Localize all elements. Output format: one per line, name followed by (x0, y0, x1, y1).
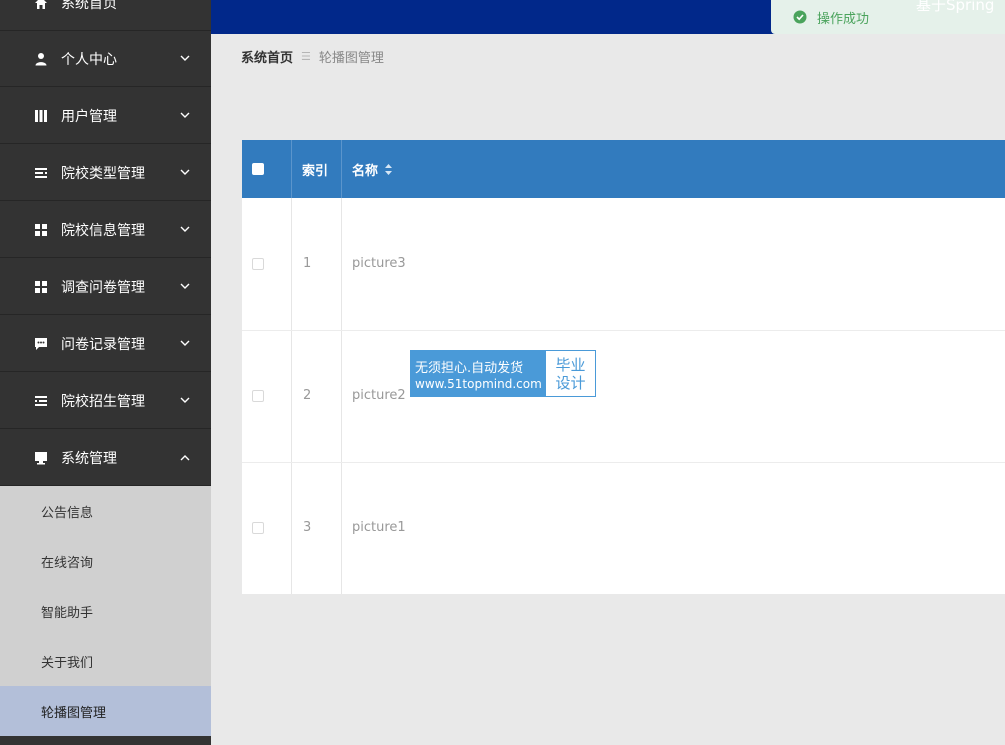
sidebar-item-home[interactable]: 系统首页 (0, 0, 211, 31)
grid-icon (34, 223, 48, 237)
breadcrumb: 系统首页 ☰ 轮播图管理 (241, 47, 384, 66)
cell-index: 2 (303, 388, 312, 403)
sidebar-item-label: 院校招生管理 (61, 393, 145, 410)
submenu-item-announcements[interactable]: 公告信息 (0, 486, 211, 536)
sidebar-item-personal-center[interactable]: 个人中心 (0, 31, 211, 87)
breadcrumb-current: 轮播图管理 (318, 51, 384, 66)
watermark-url: www.51topmind.com (415, 376, 542, 391)
grid-icon (34, 280, 48, 294)
table-header: 索引 名称 (242, 140, 1005, 198)
sidebar-item-label: 个人中心 (61, 51, 117, 68)
sidebar-item-label: 系统首页 (61, 0, 117, 12)
sidebar-item-user-management[interactable]: 用户管理 (0, 88, 211, 144)
chevron-down-icon (179, 110, 191, 122)
user-icon (34, 52, 48, 66)
site-title: 基于Spring (916, 0, 995, 14)
breadcrumb-separator-icon: ☰ (301, 50, 311, 63)
check-circle-icon (793, 10, 807, 24)
sidebar-footer (0, 736, 211, 745)
watermark-right: 毕业 设计 (546, 351, 595, 396)
sidebar-item-school-info[interactable]: 院校信息管理 (0, 202, 211, 258)
watermark-slogan: 无须担心.自动发货 (415, 360, 524, 376)
sidebar-item-survey-records[interactable]: 问卷记录管理 (0, 316, 211, 372)
submenu-item-label: 轮播图管理 (41, 705, 107, 721)
cell-name: picture1 (352, 520, 406, 535)
cell-name: picture2 (352, 388, 406, 403)
sidebar-item-label: 院校信息管理 (61, 222, 145, 239)
chevron-down-icon (179, 53, 191, 65)
chevron-down-icon (179, 224, 191, 236)
watermark-badge: 无须担心.自动发货 www.51topmind.com 毕业 设计 (410, 350, 596, 397)
chevron-down-icon (179, 338, 191, 350)
system-submenu: 公告信息 在线咨询 智能助手 关于我们 轮播图管理 (0, 486, 211, 736)
watermark-left: 无须担心.自动发货 www.51topmind.com (411, 351, 546, 396)
cell-index: 1 (303, 256, 312, 271)
sidebar-item-label: 用户管理 (61, 108, 117, 125)
sidebar-item-survey[interactable]: 调查问卷管理 (0, 259, 211, 315)
sidebar-item-label: 系统管理 (61, 450, 117, 467)
sort-icon[interactable] (384, 163, 393, 176)
monitor-icon (34, 451, 48, 465)
checkbox-icon (252, 163, 264, 175)
submenu-item-online-consult[interactable]: 在线咨询 (0, 536, 211, 586)
submenu-item-label: 智能助手 (41, 605, 94, 621)
row-checkbox[interactable] (252, 522, 264, 534)
breadcrumb-home[interactable]: 系统首页 (241, 47, 293, 66)
column-header-name[interactable]: 名称 (352, 140, 393, 198)
select-all-checkbox[interactable] (252, 140, 264, 198)
chevron-down-icon (179, 395, 191, 407)
book-icon (34, 109, 48, 123)
sidebar-item-label: 调查问卷管理 (61, 279, 145, 296)
chevron-down-icon (179, 167, 191, 179)
sidebar: 系统首页 个人中心 用户管理 院校类型管理 院校信息管理 调查问卷管理 问卷记录… (0, 0, 211, 745)
chevron-up-icon (179, 452, 191, 464)
sidebar-item-label: 院校类型管理 (61, 165, 145, 182)
submenu-item-carousel[interactable]: 轮播图管理 (0, 686, 211, 736)
chevron-down-icon (179, 281, 191, 293)
list-icon (34, 166, 48, 180)
watermark-right-line1: 毕业 (555, 355, 586, 374)
watermark-right-line2: 设计 (555, 373, 586, 392)
toast-message: 操作成功 (817, 11, 870, 27)
chat-icon (34, 337, 48, 351)
cell-index: 3 (303, 520, 312, 535)
row-checkbox[interactable] (252, 390, 264, 402)
submenu-item-about-us[interactable]: 关于我们 (0, 636, 211, 686)
sidebar-item-system-management[interactable]: 系统管理 (0, 430, 211, 486)
cell-name: picture3 (352, 256, 406, 271)
submenu-item-label: 在线咨询 (41, 555, 94, 571)
submenu-item-label: 公告信息 (41, 505, 94, 521)
submenu-item-smart-assistant[interactable]: 智能助手 (0, 586, 211, 636)
submenu-item-label: 关于我们 (41, 655, 94, 671)
carousel-table: 索引 名称 1 picture3 2 picture2 3 picture1 (242, 140, 1005, 594)
sidebar-item-admissions[interactable]: 院校招生管理 (0, 373, 211, 429)
sidebar-item-school-type[interactable]: 院校类型管理 (0, 145, 211, 201)
column-header-index: 索引 (302, 163, 329, 179)
list-icon (34, 394, 48, 408)
row-checkbox[interactable] (252, 258, 264, 270)
sidebar-item-label: 问卷记录管理 (61, 336, 145, 353)
home-icon (34, 0, 48, 10)
